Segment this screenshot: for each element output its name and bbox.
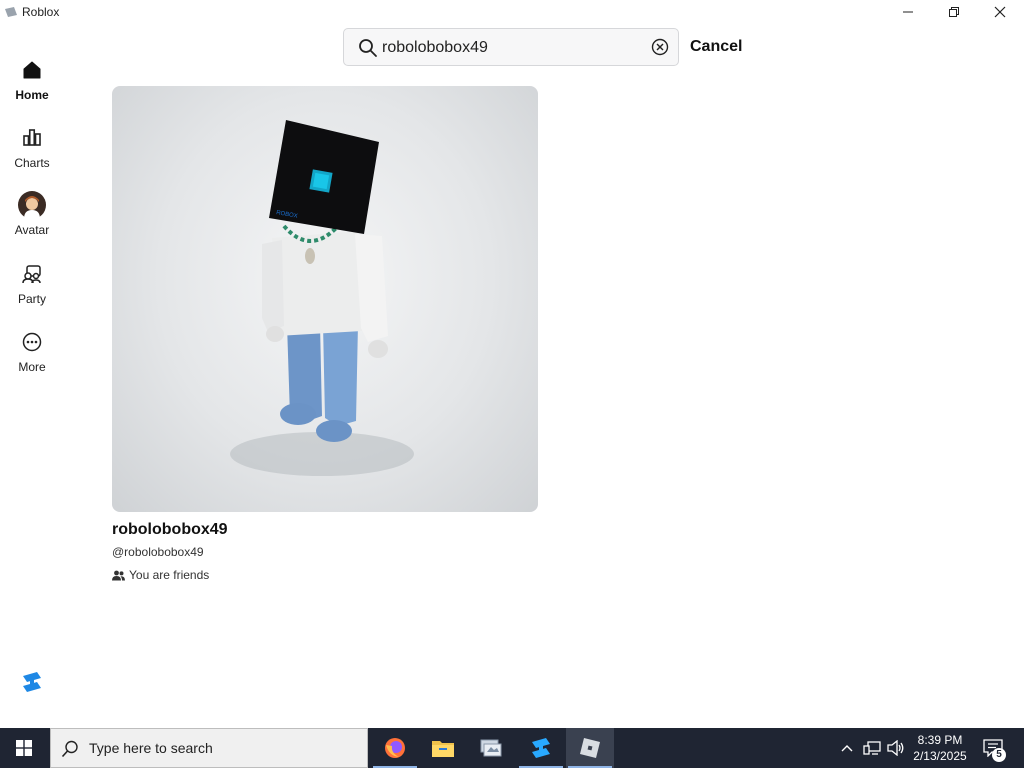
notification-count-badge: 5	[992, 748, 1006, 762]
volume-button[interactable]	[884, 728, 908, 768]
user-result-card[interactable]: ROBOX robolobobox49 @robolobobox49 You a…	[112, 86, 538, 586]
windows-logo-icon	[16, 740, 32, 756]
taskbar-app[interactable]	[467, 728, 515, 768]
firefox-icon	[385, 738, 405, 758]
sidebar-item-charts[interactable]: Charts	[0, 128, 64, 184]
start-button[interactable]	[0, 728, 48, 768]
taskbar-firefox[interactable]	[371, 728, 419, 768]
restore-icon	[949, 7, 959, 17]
friend-status-label: You are friends	[129, 568, 210, 582]
charts-icon	[23, 129, 41, 146]
sidebar-item-avatar[interactable]: Avatar	[0, 191, 64, 247]
title-bar: Roblox	[0, 0, 1024, 24]
file-explorer-icon	[432, 741, 454, 757]
network-icon	[863, 741, 881, 755]
clear-search-icon[interactable]	[651, 38, 669, 56]
app-icon	[480, 739, 502, 757]
roblox-app-icon	[5, 7, 17, 17]
close-icon	[994, 6, 1006, 18]
party-icon	[22, 265, 41, 284]
search-input[interactable]	[382, 36, 644, 60]
avatar-render-image: ROBOX	[112, 86, 538, 512]
taskbar-search-box[interactable]: Type here to search	[50, 728, 368, 768]
roblox-studio-logo-icon[interactable]	[20, 670, 44, 694]
clock[interactable]: 8:39 PM 2/13/2025	[908, 728, 972, 768]
home-icon	[23, 61, 41, 79]
sidebar-item-party[interactable]: Party	[0, 264, 64, 320]
friend-status: You are friends	[112, 568, 209, 582]
window-title: Roblox	[22, 5, 60, 19]
minimize-icon	[903, 11, 913, 13]
taskbar-roblox-studio[interactable]	[517, 728, 565, 768]
search-icon	[359, 39, 377, 57]
cancel-button[interactable]: Cancel	[690, 38, 742, 56]
roblox-icon	[580, 738, 600, 758]
taskbar-search-placeholder[interactable]: Type here to search	[89, 740, 213, 756]
clock-time: 8:39 PM	[917, 733, 963, 747]
chevron-up-icon	[841, 745, 853, 752]
more-icon	[22, 332, 42, 352]
roblox-studio-icon	[532, 738, 550, 758]
result-display-name[interactable]: robolobobox49	[112, 521, 228, 539]
avatar-icon	[18, 191, 46, 219]
taskbar-roblox[interactable]	[566, 728, 614, 768]
notifications-button[interactable]: 5	[978, 728, 1008, 768]
show-hidden-icons-button[interactable]	[836, 728, 858, 768]
sidebar-item-label: Avatar	[14, 223, 50, 237]
volume-icon	[887, 740, 904, 756]
result-username: @robolobobox49	[112, 545, 204, 559]
sidebar-item-label: Charts	[14, 156, 50, 170]
close-button[interactable]	[977, 0, 1023, 24]
sidebar-item-label: More	[18, 360, 46, 374]
minimize-button[interactable]	[885, 0, 931, 24]
taskbar: Type here to search 8:39 PM 2/13/2025 5	[0, 728, 1024, 768]
taskbar-file-explorer[interactable]	[419, 728, 467, 768]
search-icon	[61, 740, 78, 758]
search-bar[interactable]	[343, 28, 679, 66]
sidebar-item-label: Home	[15, 88, 49, 102]
friends-icon	[112, 570, 125, 580]
sidebar-item-more[interactable]: More	[0, 332, 64, 388]
network-button[interactable]	[860, 728, 884, 768]
sidebar-item-label: Party	[17, 292, 46, 306]
sidebar-item-home[interactable]: Home	[0, 60, 64, 116]
restore-button[interactable]	[931, 0, 977, 24]
clock-date: 2/13/2025	[913, 749, 967, 763]
avatar-figure: ROBOX	[230, 120, 414, 476]
